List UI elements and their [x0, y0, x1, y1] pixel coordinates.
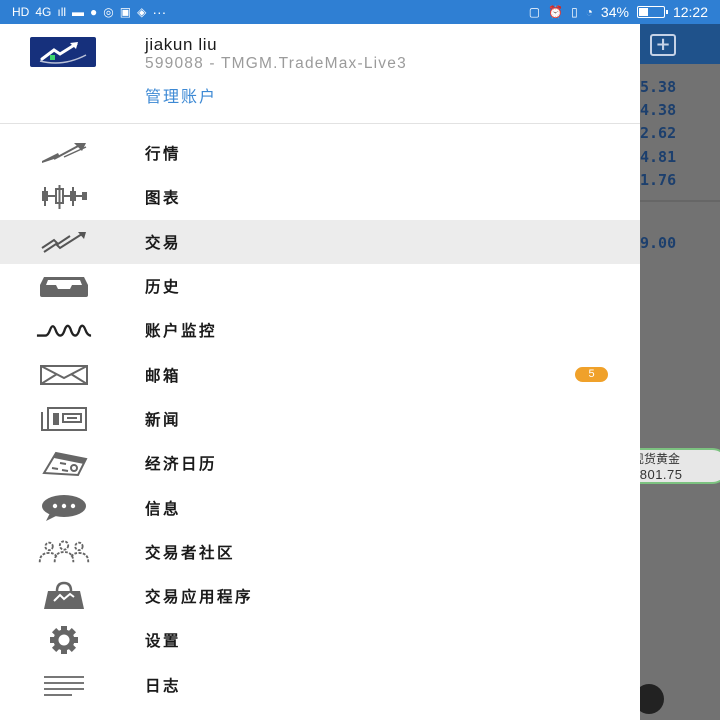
journal-lines-icon: [36, 670, 92, 700]
menu-item-label: 交易应用程序: [145, 588, 254, 607]
app-notification-icon: ◈: [137, 5, 147, 19]
menu-item-label: 信息: [145, 499, 182, 518]
menu-item-label: 历史: [145, 278, 182, 297]
mail-envelope-icon: [36, 360, 92, 390]
battery-icon: [636, 6, 668, 18]
menu-item-label: 账户监控: [145, 322, 218, 341]
user-name: jiakun liu: [145, 35, 218, 54]
floating-quote-bubble[interactable]: 现货黄金 1801.75: [640, 448, 720, 484]
menu-item-label: 交易: [145, 233, 182, 252]
background-app[interactable]: + 5.38 4.38 2.62 4.81 1.76 9.00 现货黄金 180…: [640, 24, 720, 720]
floating-quote-symbol: 现货黄金: [640, 452, 681, 466]
menu-item-history[interactable]: 历史: [0, 264, 640, 308]
account-monitor-wave-icon: [36, 315, 92, 345]
network-type-icon: 4G: [35, 5, 52, 19]
menu-item-label: 交易者社区: [145, 543, 236, 562]
unread-count-badge: 5: [575, 367, 608, 383]
menu-item-label: 行情: [145, 145, 182, 164]
alarm-icon: ⏰: [548, 5, 564, 19]
clock-time: 12:22: [672, 4, 708, 20]
menu-item-label: 图表: [145, 189, 182, 208]
row-divider: [640, 200, 720, 202]
battery-fill: [638, 8, 648, 16]
app-notification-icon: ◎: [103, 5, 114, 19]
manage-accounts-link[interactable]: 管理账户: [145, 83, 217, 107]
menu-item-label: 日志: [145, 676, 182, 695]
drawer-menu: 行情 图表 交易 历史 账户监控 邮箱 5 新闻 经济日历 信息 交易者社区 交…: [0, 131, 640, 707]
trade-trend-icon: [36, 227, 92, 257]
menu-item-news[interactable]: 新闻: [0, 397, 640, 441]
menu-item-economic-calendar[interactable]: 经济日历: [0, 441, 640, 485]
video-icon: ▬: [72, 5, 85, 19]
menu-item-trading-apps[interactable]: 交易应用程序: [0, 574, 640, 618]
nfc-icon: ▢: [528, 5, 541, 19]
menu-item-settings[interactable]: 设置: [0, 618, 640, 662]
app-notification-icon: ●: [90, 5, 98, 19]
account-server: 599088 - TMGM.TradeMax-Live3: [145, 55, 407, 72]
floating-action-button[interactable]: [640, 684, 664, 714]
price-value: 2.62: [640, 124, 677, 142]
vibrate-icon: ▯: [571, 5, 578, 19]
menu-item-label: 邮箱: [145, 366, 182, 385]
status-bar: HD 4G ıll ▬ ● ◎ ▣ ◈ ··· ▢ ⏰ ▯ ◔ 34% 12:2…: [0, 0, 720, 24]
data-saver-icon: ◔: [585, 5, 593, 19]
menu-item-charts[interactable]: 图表: [0, 175, 640, 219]
menu-item-account-monitor[interactable]: 账户监控: [0, 308, 640, 352]
menu-item-messages[interactable]: 信息: [0, 485, 640, 529]
more-notifications-icon: ···: [152, 4, 167, 20]
candlestick-chart-icon: [36, 182, 92, 212]
signal-icon: ıll: [57, 5, 67, 19]
drawer-header: jiakun liu 599088 - TMGM.TradeMax-Live3 …: [0, 24, 640, 124]
menu-item-trade[interactable]: 交易: [0, 219, 640, 264]
menu-item-mailbox[interactable]: 邮箱 5: [0, 352, 640, 396]
floating-quote-price: 1801.75: [640, 467, 683, 482]
menu-item-traders-community[interactable]: 交易者社区: [0, 530, 640, 574]
community-people-icon: [36, 537, 92, 567]
battery-percent: 34%: [600, 4, 629, 20]
menu-item-label: 经济日历: [145, 455, 218, 474]
price-value: 4.81: [640, 148, 677, 166]
menu-item-journal[interactable]: 日志: [0, 663, 640, 707]
menu-item-label: 新闻: [145, 410, 182, 429]
price-value: 9.00: [640, 234, 677, 252]
quotes-arrows-icon: [36, 138, 92, 168]
menu-item-quotes[interactable]: 行情: [0, 131, 640, 175]
app-notification-icon: ▣: [119, 5, 132, 19]
price-value: 5.38: [640, 78, 677, 96]
chat-bubble-icon: [36, 493, 92, 523]
price-value: 4.38: [640, 101, 677, 119]
app-logo-icon: [30, 37, 96, 67]
navigation-drawer: jiakun liu 599088 - TMGM.TradeMax-Live3 …: [0, 24, 640, 720]
economic-calendar-icon: [36, 448, 92, 478]
menu-item-label: 设置: [145, 632, 182, 651]
price-value: 1.76: [640, 171, 677, 189]
hd-badge-icon: HD: [12, 5, 30, 19]
add-order-icon: +: [650, 34, 676, 56]
app-shop-bag-icon: [36, 581, 92, 611]
history-tray-icon: [36, 271, 92, 301]
background-toolbar: +: [640, 24, 720, 64]
gear-icon: [36, 625, 92, 655]
newspaper-icon: [36, 404, 92, 434]
